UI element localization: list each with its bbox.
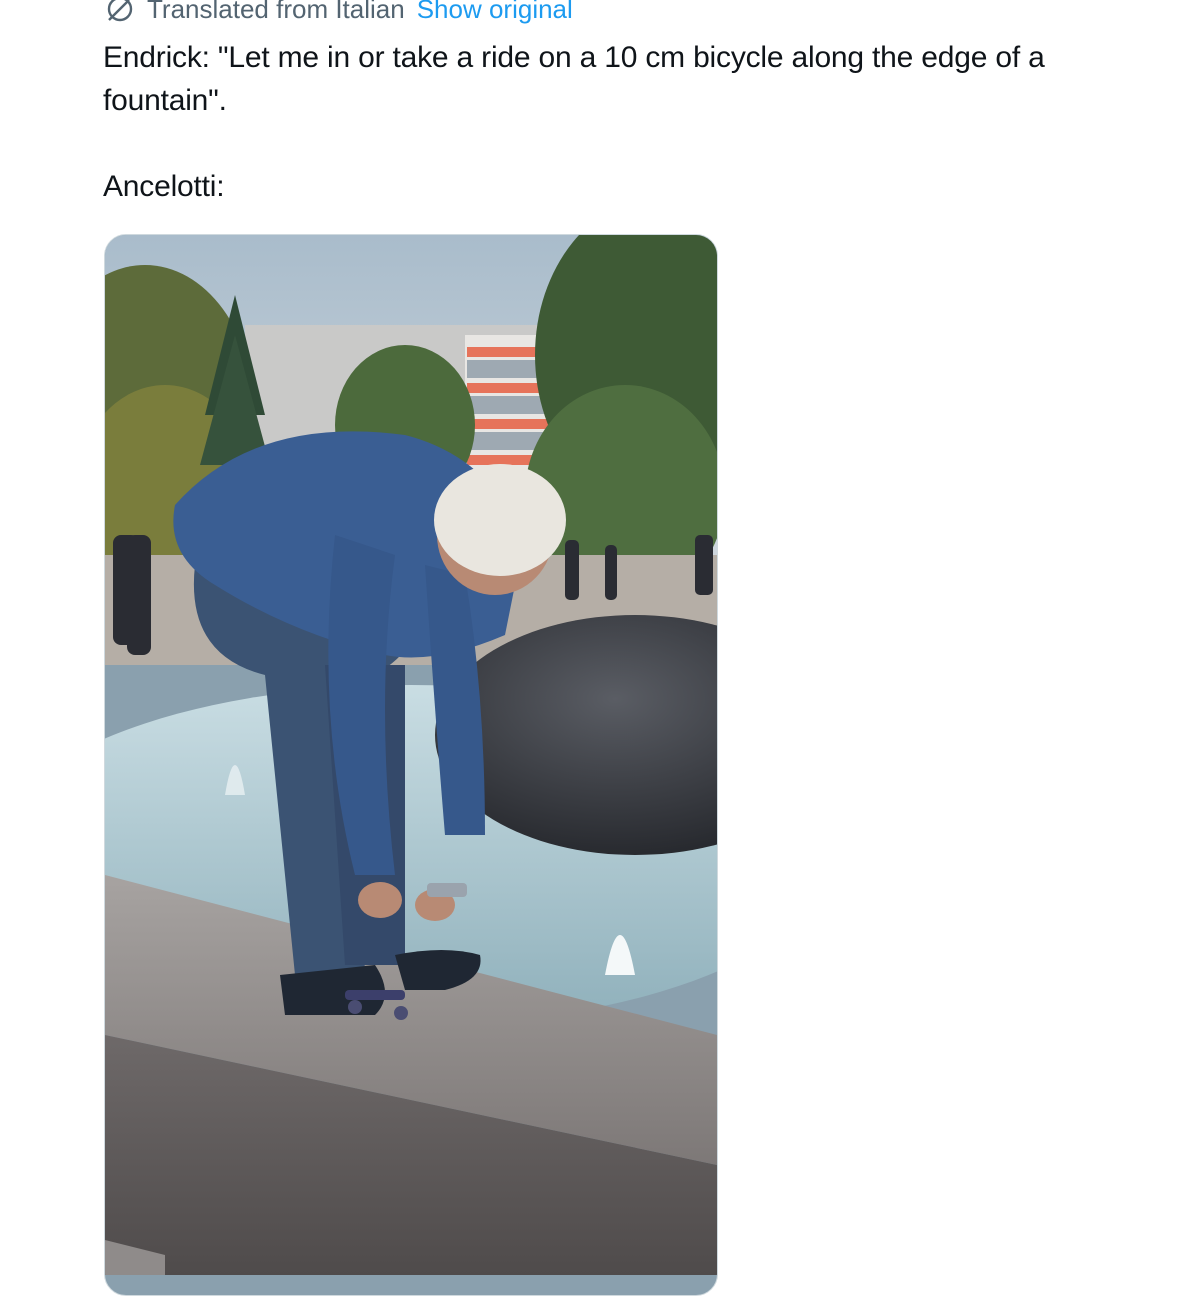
show-original-link[interactable]: Show original	[417, 0, 573, 25]
translate-globe-icon	[103, 0, 137, 26]
tweet-text-line: Endrick: "Let me in or take a ride on a …	[103, 41, 1045, 117]
translation-bar: Translated from Italian Show original	[103, 0, 573, 26]
media-video[interactable]	[104, 234, 718, 1296]
video-thumbnail-image	[105, 235, 717, 1275]
translated-from-label: Translated from Italian	[147, 0, 405, 24]
tweet-text-line: Ancelotti:	[103, 170, 225, 203]
tweet-text: Endrick: "Let me in or take a ride on a …	[103, 36, 1163, 208]
